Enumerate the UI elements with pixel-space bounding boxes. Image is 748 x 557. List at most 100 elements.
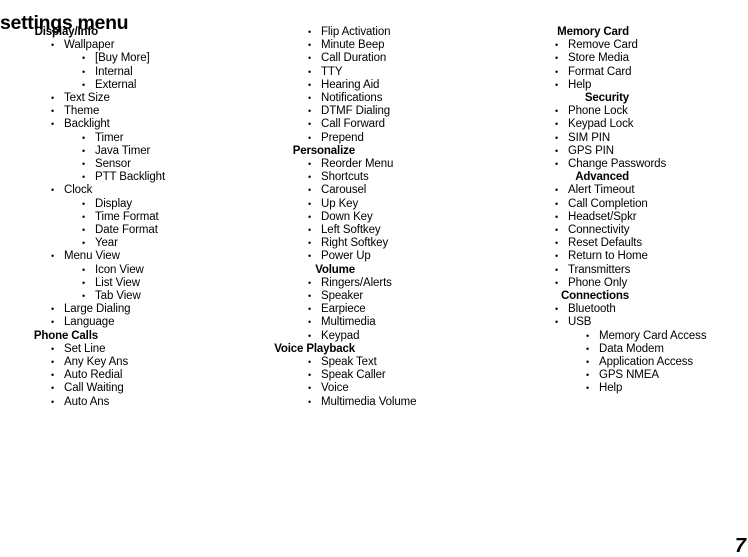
menu-item[interactable]: • Change Passwords — [528, 158, 748, 171]
menu-item[interactable]: • Connectivity — [528, 224, 748, 237]
menu-item[interactable]: • Keypad Lock — [528, 118, 748, 131]
menu-item[interactable]: • Ringers/Alerts — [264, 277, 514, 290]
menu-item[interactable]: • Call Forward — [264, 118, 514, 131]
menu-item[interactable]: • Text Size — [0, 92, 250, 105]
menu-item-label: Multimedia — [321, 316, 376, 329]
menu-item[interactable]: • Call Duration — [264, 52, 514, 65]
menu-item[interactable]: • Sensor — [0, 158, 250, 171]
menu-item[interactable]: • PTT Backlight — [0, 171, 250, 184]
bullet-icon: • — [586, 343, 590, 354]
menu-item[interactable]: • Auto Ans — [0, 396, 250, 409]
menu-item[interactable]: • Data Modem — [528, 343, 748, 356]
menu-item[interactable]: • Headset/Spkr — [528, 211, 748, 224]
menu-item[interactable]: • Reset Defaults — [528, 237, 748, 250]
menu-item[interactable]: • Call Completion — [528, 198, 748, 211]
menu-item[interactable]: • Power Up — [264, 250, 514, 263]
bullet-icon: • — [555, 317, 559, 328]
menu-item[interactable]: • Application Access — [528, 356, 748, 369]
menu-item-label: Internal — [95, 65, 133, 78]
menu-item[interactable]: • Keypad — [264, 330, 514, 343]
menu-item[interactable]: • Menu View — [0, 250, 250, 263]
menu-item[interactable]: • Timer — [0, 132, 250, 145]
menu-item-label: Menu View — [64, 250, 120, 263]
menu-item[interactable]: • Speak Text — [264, 356, 514, 369]
menu-item[interactable]: • Date Format — [0, 224, 250, 237]
menu-item[interactable]: • Help — [528, 79, 748, 92]
menu-item-label: Phone Only — [568, 276, 628, 289]
menu-item-label: Tab View — [95, 290, 141, 303]
menu-item[interactable]: • Clock — [0, 184, 250, 197]
menu-item[interactable]: • Minute Beep — [264, 39, 514, 52]
menu-item[interactable]: • Bluetooth — [528, 303, 748, 316]
menu-item[interactable]: • Flip Activation — [264, 26, 514, 39]
menu-item-label: Call Duration — [321, 52, 387, 65]
menu-item[interactable]: • Voice — [264, 382, 514, 395]
menu-item[interactable]: • Transmitters — [528, 264, 748, 277]
menu-item-label: Alert Timeout — [568, 184, 635, 197]
menu-item[interactable]: • Earpiece — [264, 303, 514, 316]
menu-item[interactable]: • Reorder Menu — [264, 158, 514, 171]
menu-item[interactable]: • Memory Card Access — [528, 330, 748, 343]
menu-item[interactable]: • Internal — [0, 66, 250, 79]
menu-item[interactable]: • Phone Lock — [528, 105, 748, 118]
menu-item[interactable]: • Set Line — [0, 343, 250, 356]
menu-item-label: Help — [599, 382, 623, 395]
menu-item-label: Speak Caller — [321, 369, 386, 382]
menu-group: Phone Calls • Set Line • Any Key Ans • Auto Re… — [0, 330, 250, 409]
menu-item[interactable]: • External — [0, 79, 250, 92]
menu-item[interactable]: • Remove Card — [528, 39, 748, 52]
menu-item[interactable]: • Call Waiting — [0, 382, 250, 395]
menu-item[interactable]: • Display — [0, 198, 250, 211]
menu-item[interactable]: • Language — [0, 316, 250, 329]
bullet-icon: • — [51, 343, 55, 354]
menu-item-label: Timer — [95, 131, 124, 144]
menu-item[interactable]: • Tab View — [0, 290, 250, 303]
menu-item[interactable]: • Format Card — [528, 66, 748, 79]
menu-item[interactable]: • Up Key — [264, 198, 514, 211]
menu-item-label: Java Timer — [95, 144, 151, 157]
menu-item[interactable]: • USB — [528, 316, 748, 329]
menu-item[interactable]: • Phone Only — [528, 277, 748, 290]
bullet-icon: • — [555, 145, 559, 156]
page-number: 7 — [734, 535, 746, 557]
menu-item[interactable]: • Store Media — [528, 52, 748, 65]
menu-group-header: Voice Playback — [274, 342, 355, 355]
menu-item[interactable]: • [Buy More] — [0, 52, 250, 65]
menu-item[interactable]: • Icon View — [0, 264, 250, 277]
menu-item[interactable]: • TTY — [264, 66, 514, 79]
menu-item[interactable]: • Year — [0, 237, 250, 250]
menu-item[interactable]: • Java Timer — [0, 145, 250, 158]
menu-item[interactable]: • Multimedia — [264, 316, 514, 329]
menu-item[interactable]: • List View — [0, 277, 250, 290]
menu-item-label: Data Modem — [599, 342, 664, 355]
menu-item[interactable]: • Multimedia Volume — [264, 396, 514, 409]
menu-item[interactable]: • Right Softkey — [264, 237, 514, 250]
menu-item[interactable]: • Down Key — [264, 211, 514, 224]
menu-item[interactable]: • Notifications — [264, 92, 514, 105]
menu-group-header: Security — [584, 92, 629, 105]
menu-item[interactable]: • Time Format — [0, 211, 250, 224]
menu-item[interactable]: • Auto Redial — [0, 369, 250, 382]
menu-item-label: Remove Card — [568, 39, 638, 52]
menu-item[interactable]: • GPS NMEA — [528, 369, 748, 382]
menu-item[interactable]: • Speaker — [264, 290, 514, 303]
menu-item[interactable]: • Theme — [0, 105, 250, 118]
menu-item[interactable]: • Return to Home — [528, 250, 748, 263]
menu-item[interactable]: • Shortcuts — [264, 171, 514, 184]
menu-item[interactable]: • Large Dialing — [0, 303, 250, 316]
menu-item[interactable]: • Left Softkey — [264, 224, 514, 237]
menu-item[interactable]: • Speak Caller — [264, 369, 514, 382]
menu-item[interactable]: • Wallpaper — [0, 39, 250, 52]
menu-item[interactable]: • Backlight — [0, 118, 250, 131]
menu-item[interactable]: • GPS PIN — [528, 145, 748, 158]
menu-item[interactable]: • SIM PIN — [528, 132, 748, 145]
menu-item[interactable]: • Any Key Ans — [0, 356, 250, 369]
menu-item[interactable]: • Hearing Aid — [264, 79, 514, 92]
menu-item[interactable]: • Help — [528, 382, 748, 395]
menu-item[interactable]: • Prepend — [264, 132, 514, 145]
menu-item[interactable]: • Carousel — [264, 184, 514, 197]
menu-group: Display/Info • Wallpaper • [Buy More] • Intern… — [0, 26, 250, 330]
menu-item-label: Help — [568, 78, 592, 91]
menu-item[interactable]: • Alert Timeout — [528, 184, 748, 197]
menu-item[interactable]: • DTMF Dialing — [264, 105, 514, 118]
